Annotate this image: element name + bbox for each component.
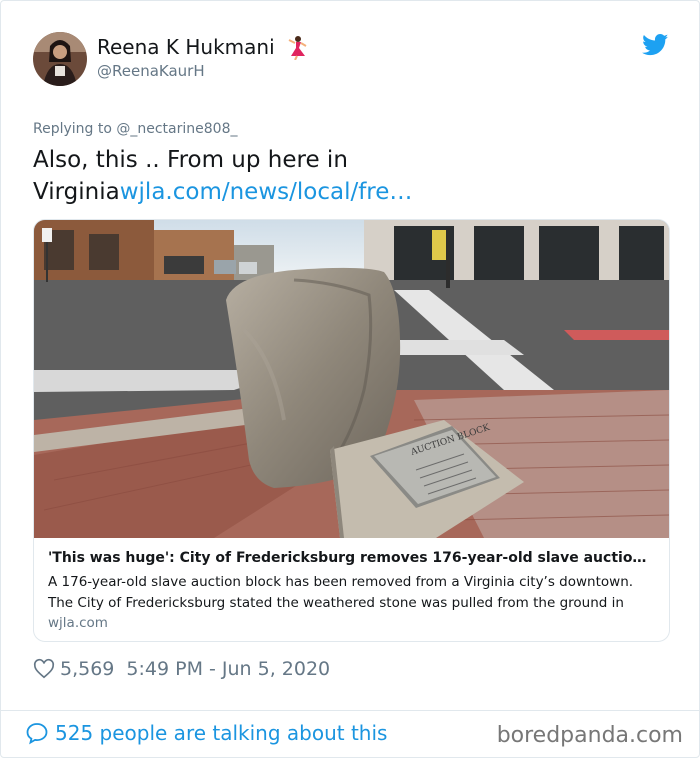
- card-description-line2: The City of Fredericksburg stated the we…: [48, 595, 624, 611]
- conversation-link[interactable]: 525 people are talking about this: [25, 721, 387, 745]
- card-description: A 176-year-old slave auction block has b…: [48, 572, 658, 614]
- twitter-bird-icon[interactable]: [642, 34, 669, 56]
- tweet-text: Also, this .. From up here in Virginiawj…: [33, 144, 653, 208]
- replying-to[interactable]: Replying to @_nectarine808_: [33, 121, 237, 137]
- card-domain: wjla.com: [48, 615, 108, 631]
- dancer-emoji-icon: [288, 36, 307, 60]
- speech-bubble-icon: [26, 723, 48, 745]
- watermark: boredpanda.com: [496, 723, 683, 748]
- tweet-card: Reena K Hukmani @ReenaKaurH Replying to …: [0, 0, 700, 758]
- link-preview-card[interactable]: AUCTION BLOCK 'This was huge': City of F…: [33, 219, 670, 642]
- heart-icon[interactable]: [33, 658, 55, 680]
- tweet-text-virginia: Virginia: [33, 179, 120, 205]
- article-photo: AUCTION BLOCK: [34, 220, 669, 538]
- tweet-link[interactable]: wjla.com/news/local/fre…: [120, 179, 413, 205]
- card-description-line1: A 176-year-old slave auction block has b…: [48, 574, 634, 590]
- tweet-meta: 5,569 5:49 PM - Jun 5, 2020: [33, 658, 330, 680]
- like-count[interactable]: 5,569: [60, 658, 114, 680]
- tweet-text-line2: Virginiawjla.com/news/local/fre…: [33, 176, 653, 208]
- author-row: Reena K Hukmani: [97, 34, 309, 60]
- timestamp[interactable]: 5:49 PM - Jun 5, 2020: [126, 658, 330, 680]
- author-name[interactable]: Reena K Hukmani: [97, 35, 275, 59]
- avatar[interactable]: [33, 32, 87, 86]
- divider: [1, 710, 699, 711]
- author-handle[interactable]: @ReenaKaurH: [97, 62, 205, 80]
- tweet-text-line1: Also, this .. From up here in: [33, 147, 348, 173]
- conversation-text[interactable]: 525 people are talking about this: [55, 721, 387, 745]
- card-headline[interactable]: 'This was huge': City of Fredericksburg …: [48, 550, 655, 566]
